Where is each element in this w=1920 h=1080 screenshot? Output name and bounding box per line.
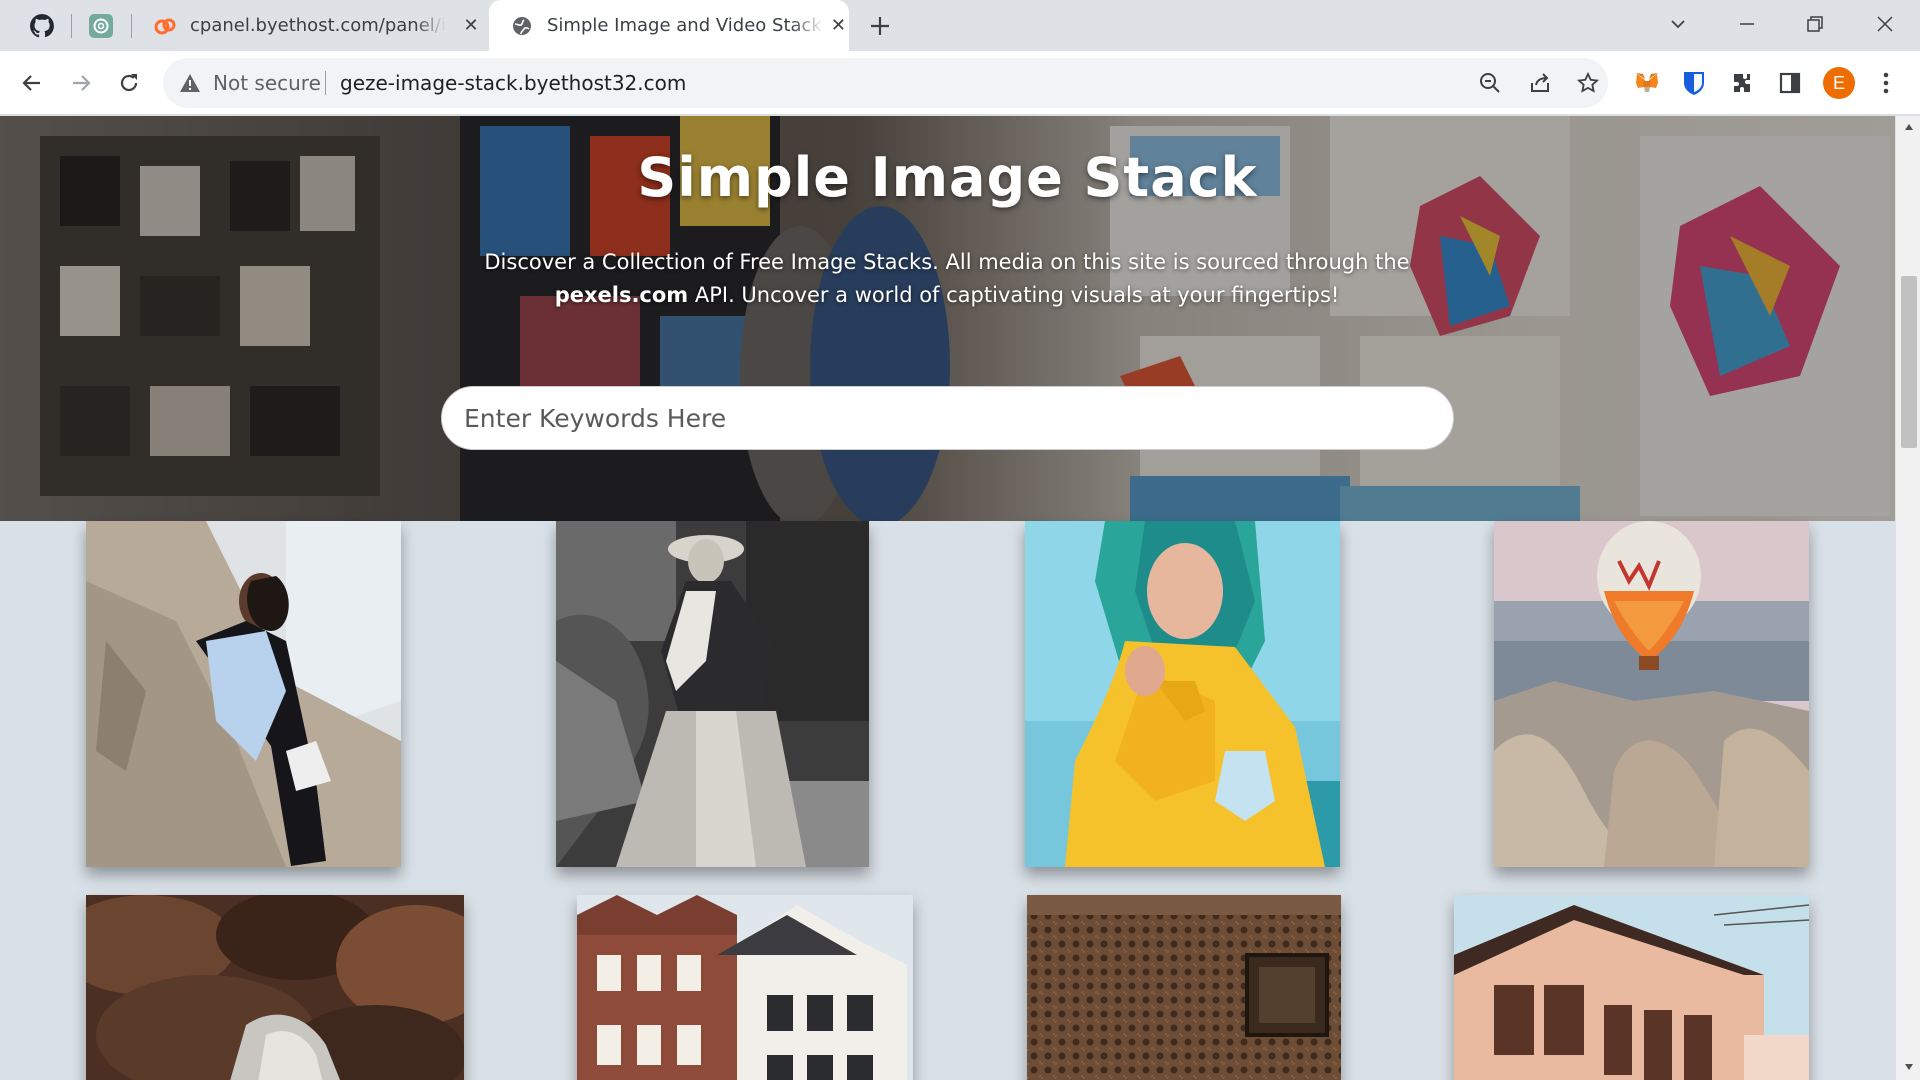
tab-search-button[interactable]	[1656, 6, 1700, 42]
restore-icon	[1807, 16, 1823, 32]
cpanel-favicon	[154, 18, 176, 34]
metamask-icon[interactable]	[1628, 64, 1666, 102]
scroll-down-arrow-icon[interactable]	[1902, 1060, 1916, 1074]
security-status[interactable]: Not secure	[213, 71, 321, 95]
chevron-down-icon	[1671, 20, 1685, 29]
url-text[interactable]: geze-image-stack.byethost32.com	[340, 71, 686, 95]
hero-description-text: Discover a Collection of Free Image Stac…	[484, 250, 1410, 274]
zoom-icon[interactable]	[1477, 70, 1503, 96]
gallery-image[interactable]	[86, 521, 401, 867]
tab-separator	[71, 14, 72, 38]
window-close-button[interactable]	[1863, 6, 1907, 42]
gallery-image[interactable]	[577, 895, 913, 1080]
address-bar[interactable]: Not secure geze-image-stack.byethost32.c…	[163, 58, 1608, 108]
minimize-button[interactable]	[1725, 6, 1769, 42]
minimize-icon	[1740, 23, 1754, 25]
pexels-link-text: pexels.com	[554, 283, 689, 307]
page-viewport: Simple Image Stack Discover a Collection…	[0, 116, 1895, 1080]
back-arrow-icon	[22, 75, 40, 91]
gallery-image[interactable]	[556, 521, 869, 867]
page-title: Simple Image Stack	[637, 146, 1258, 209]
address-divider	[325, 71, 326, 95]
page-scrollbar[interactable]	[1895, 116, 1920, 1080]
scrollbar-thumb[interactable]	[1901, 276, 1917, 448]
extensions-icon[interactable]	[1723, 64, 1761, 102]
forward-button[interactable]	[62, 64, 100, 102]
tab-close-icon[interactable]: ✕	[828, 15, 849, 37]
forward-arrow-icon	[73, 75, 91, 91]
star-icon[interactable]	[1575, 70, 1601, 96]
tab-title: cpanel.byethost.com/panel/index.php	[190, 15, 446, 36]
gallery-image[interactable]	[1454, 895, 1809, 1080]
back-button[interactable]	[13, 64, 51, 102]
reload-icon	[120, 74, 138, 92]
hero-description-text: API. Uncover a world of captivating visu…	[688, 283, 1340, 307]
tab-image-stack[interactable]: Simple Image and Video Stack API ✕	[489, 0, 849, 51]
hero-description: Discover a Collection of Free Image Stac…	[447, 246, 1447, 312]
close-icon	[1877, 16, 1893, 32]
gallery-image[interactable]	[86, 895, 464, 1080]
keyword-search-input[interactable]	[441, 386, 1454, 450]
hero-banner: Simple Image Stack Discover a Collection…	[0, 116, 1895, 521]
tab-strip: cpanel.byethost.com/panel/index.php ✕ Si…	[0, 0, 1920, 51]
globe-icon	[513, 16, 531, 35]
gallery-image[interactable]	[1027, 895, 1341, 1080]
tab-title: Simple Image and Video Stack API	[547, 15, 824, 36]
warning-icon[interactable]	[179, 72, 201, 94]
menu-icon[interactable]	[1867, 64, 1905, 102]
restore-button[interactable]	[1793, 6, 1837, 42]
gallery-image[interactable]	[1025, 521, 1340, 867]
reload-button[interactable]	[110, 64, 148, 102]
tab-cpanel[interactable]: cpanel.byethost.com/panel/index.php ✕	[132, 0, 487, 51]
github-icon[interactable]	[26, 10, 58, 42]
sidepanel-icon[interactable]	[1771, 64, 1809, 102]
tab-close-icon[interactable]: ✕	[460, 15, 482, 37]
chatgpt-icon[interactable]	[85, 10, 117, 42]
new-tab-button[interactable]	[864, 10, 896, 42]
bitwarden-icon[interactable]	[1675, 64, 1713, 102]
profile-avatar[interactable]: E	[1823, 67, 1855, 99]
plus-icon	[871, 17, 889, 35]
browser-toolbar: Not secure geze-image-stack.byethost32.c…	[0, 51, 1920, 115]
gallery-image[interactable]	[1494, 521, 1809, 867]
share-icon[interactable]	[1527, 70, 1553, 96]
scroll-up-arrow-icon[interactable]	[1902, 120, 1916, 134]
